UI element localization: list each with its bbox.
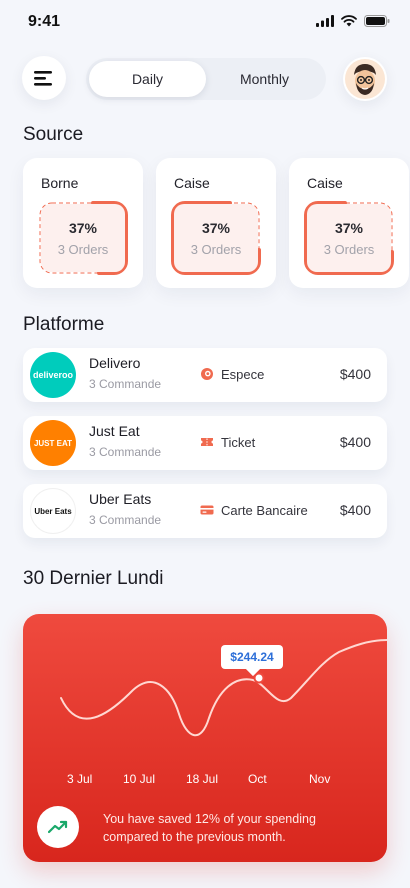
source-percent: 37% (334, 219, 364, 236)
wifi-icon (341, 15, 357, 27)
payment-method: Ticket (221, 435, 256, 450)
x-tick: 18 Jul (186, 772, 219, 786)
list-item-uber-eats[interactable]: Uber Eats Uber Eats 3 Commande Carte Ban… (23, 484, 387, 538)
ring-content: 37% 3 Orders (307, 204, 391, 272)
status-bar: 9:41 (0, 0, 410, 44)
platform-amount: $400 (339, 366, 371, 382)
source-orders: 3 Orders (190, 241, 242, 257)
coin-icon (201, 368, 213, 380)
spending-chart-card: $244.24 3 Jul 10 Jul 18 Jul Oct Nov You … (23, 614, 387, 862)
just-eat-logo: JUST EAT (30, 420, 76, 466)
signal-icon (316, 15, 334, 27)
source-title: Source (23, 124, 84, 145)
deliveroo-logo: deliveroo (30, 352, 76, 398)
list-item-just-eat[interactable]: JUST EAT Just Eat 3 Commande Ticket $400 (23, 416, 387, 470)
period-toggle: Daily Monthly (86, 58, 326, 100)
source-label: Borne (41, 175, 79, 191)
platform-name: Uber Eats (89, 491, 152, 507)
value-tooltip: $244.24 (221, 645, 283, 669)
platform-count: 3 Commande (89, 377, 162, 391)
source-percent: 37% (68, 219, 98, 236)
source-card-caise[interactable]: Caise 37% 3 Orders (156, 158, 276, 288)
source-percent: 37% (201, 219, 231, 236)
uber-eats-logo: Uber Eats (30, 488, 76, 534)
ring-content: 37% 3 Orders (174, 204, 258, 272)
list-item-delivero[interactable]: deliveroo Delivero 3 Commande Espece $40… (23, 348, 387, 402)
platform-name: Delivero (89, 355, 141, 371)
avatar[interactable] (343, 57, 387, 101)
highlight-point[interactable] (253, 672, 265, 684)
platform-amount: $400 (339, 502, 371, 518)
ring-content: 37% 3 Orders (41, 204, 125, 272)
card-icon (200, 505, 214, 515)
x-tick: Oct (248, 772, 267, 786)
tab-daily[interactable]: Daily (89, 61, 206, 97)
source-label: Caise (174, 175, 210, 191)
platform-amount: $400 (339, 434, 371, 450)
lundi-title: 30 Dernier Lundi (23, 568, 164, 589)
platforme-title: Platforme (23, 314, 105, 335)
source-orders: 3 Orders (57, 241, 109, 257)
platform-name: Just Eat (89, 423, 140, 439)
x-tick: Nov (309, 772, 331, 786)
user-avatar-icon (345, 59, 385, 99)
status-icons (316, 15, 390, 27)
savings-message: You have saved 12% of your spending comp… (103, 812, 316, 844)
hamburger-icon (34, 71, 52, 86)
x-tick: 10 Jul (123, 772, 156, 786)
payment-method: Carte Bancaire (221, 503, 308, 518)
source-card-borne[interactable]: Borne 37% 3 Orders (23, 158, 143, 288)
trending-up-icon (48, 820, 68, 834)
battery-icon (364, 15, 390, 27)
source-orders: 3 Orders (323, 241, 375, 257)
status-time: 9:41 (28, 13, 61, 30)
platform-count: 3 Commande (89, 445, 162, 459)
ticket-icon (201, 438, 213, 446)
source-label: Caise (307, 175, 343, 191)
x-tick: 3 Jul (67, 772, 93, 786)
platform-count: 3 Commande (89, 513, 162, 527)
payment-method: Espece (221, 367, 265, 382)
tab-monthly[interactable]: Monthly (206, 61, 323, 97)
trend-button[interactable] (37, 806, 79, 848)
source-card-caise-2[interactable]: Caise 37% 3 Orders (289, 158, 409, 288)
menu-button[interactable] (22, 56, 66, 100)
